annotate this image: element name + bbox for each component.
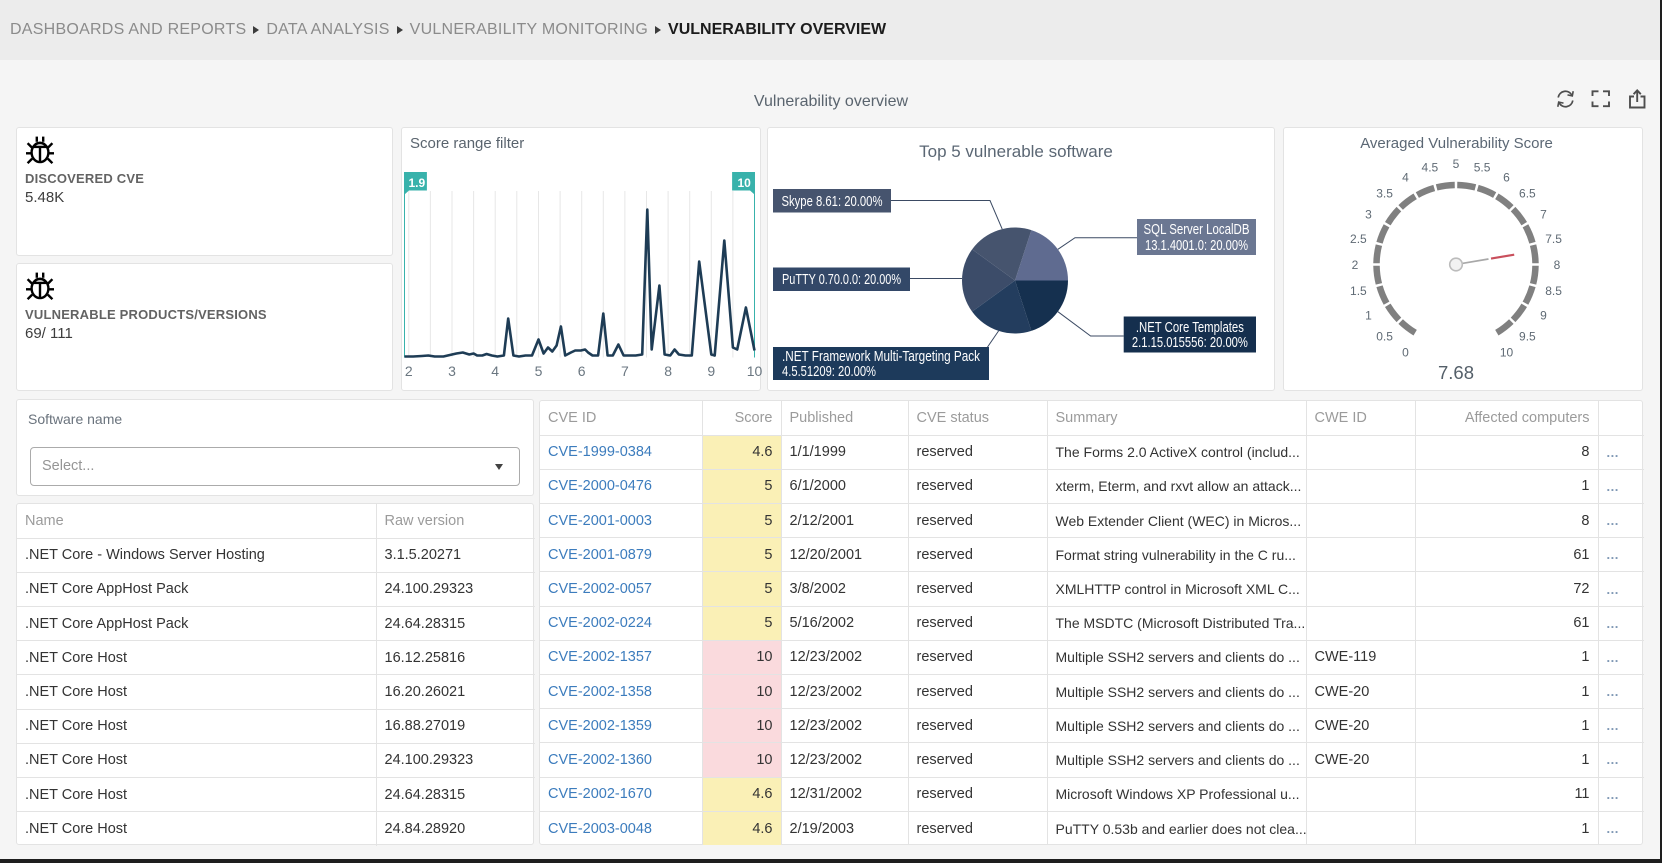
svg-text:2.5: 2.5	[1350, 232, 1367, 246]
svg-text:6: 6	[578, 363, 586, 379]
svg-text:4: 4	[491, 363, 499, 379]
svg-text:6.5: 6.5	[1519, 187, 1536, 201]
svg-text:3.5: 3.5	[1376, 187, 1393, 201]
svg-text:8.5: 8.5	[1545, 284, 1562, 298]
svg-text:9: 9	[1540, 309, 1547, 323]
svg-text:7: 7	[1540, 208, 1547, 222]
svg-text:0.5: 0.5	[1376, 329, 1393, 343]
svg-text:8: 8	[664, 363, 672, 379]
svg-text:2.1.15.015556: 20.00%: 2.1.15.015556: 20.00%	[1132, 335, 1248, 351]
svg-text:4.5.51209: 20.00%: 4.5.51209: 20.00%	[782, 364, 876, 380]
svg-text:13.1.4001.0: 20.00%: 13.1.4001.0: 20.00%	[1145, 238, 1248, 254]
svg-text:3: 3	[1365, 208, 1372, 222]
svg-text:7: 7	[621, 363, 629, 379]
svg-text:SQL Server LocalDB: SQL Server LocalDB	[1144, 222, 1250, 238]
svg-text:7.5: 7.5	[1545, 232, 1562, 246]
svg-text:5: 5	[535, 363, 543, 379]
svg-text:10: 10	[738, 176, 752, 190]
svg-text:1: 1	[1365, 309, 1372, 323]
svg-text:10: 10	[1500, 346, 1514, 360]
svg-text:10: 10	[747, 363, 763, 379]
svg-text:.NET Core Templates: .NET Core Templates	[1136, 320, 1244, 336]
svg-text:8: 8	[1554, 258, 1561, 272]
svg-text:1.9: 1.9	[409, 176, 426, 190]
svg-text:5.5: 5.5	[1474, 160, 1491, 174]
svg-text:4.5: 4.5	[1422, 160, 1439, 174]
svg-text:2: 2	[1352, 258, 1359, 272]
svg-text:PuTTY 0.70.0.0: 20.00%: PuTTY 0.70.0.0: 20.00%	[782, 272, 901, 288]
svg-text:7.68: 7.68	[1438, 362, 1474, 383]
svg-text:0: 0	[1402, 346, 1409, 360]
svg-text:.NET Framework Multi-Targeting: .NET Framework Multi-Targeting Pack	[782, 349, 981, 365]
svg-text:9: 9	[707, 363, 715, 379]
svg-text:5: 5	[1453, 157, 1460, 171]
svg-text:9.5: 9.5	[1519, 329, 1536, 343]
svg-text:Skype 8.61: 20.00%: Skype 8.61: 20.00%	[782, 194, 883, 210]
svg-text:3: 3	[448, 363, 456, 379]
svg-text:4: 4	[1402, 171, 1409, 185]
svg-text:6: 6	[1503, 171, 1510, 185]
svg-text:2: 2	[405, 363, 413, 379]
svg-text:1.5: 1.5	[1350, 284, 1367, 298]
